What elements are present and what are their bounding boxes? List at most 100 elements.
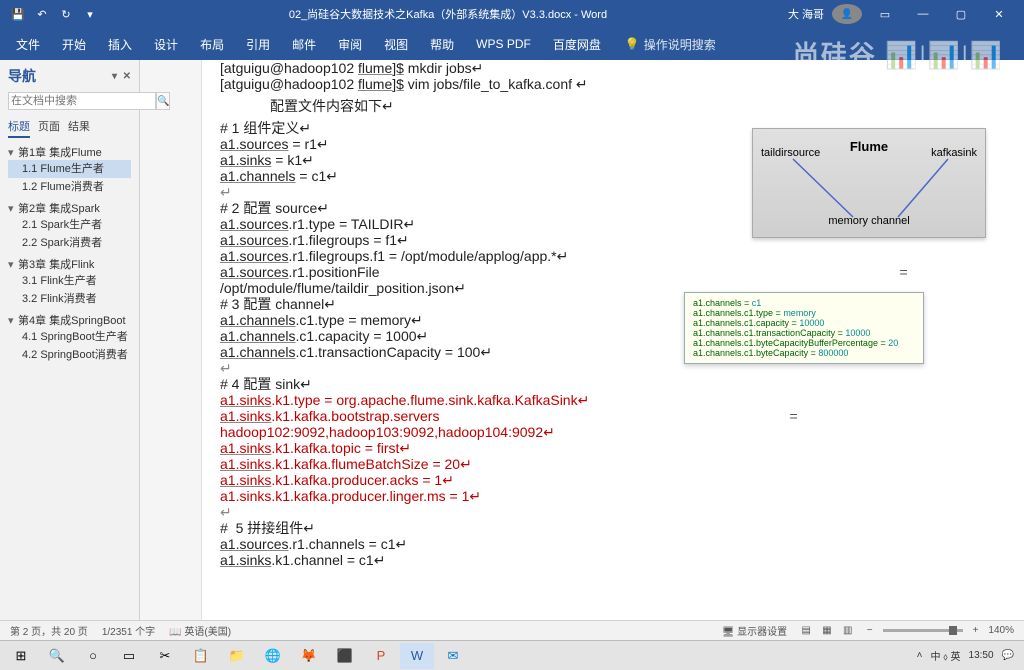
status-lang[interactable]: 📖 英语(美国)	[169, 623, 231, 638]
tip-v: 10000	[799, 318, 824, 328]
nav-search-button[interactable]: 🔍	[156, 92, 170, 110]
text: .k1.type = org.apache.flume.sink.kafka.K…	[271, 392, 589, 408]
search-icon[interactable]: 🔍	[40, 643, 74, 669]
nav-item-1-2[interactable]: 1.2 Flume消费者	[8, 178, 131, 196]
explorer-icon[interactable]: 📁	[220, 643, 254, 669]
taskview-icon[interactable]: ▭	[112, 643, 146, 669]
tray-time[interactable]: 13:50	[969, 650, 994, 661]
tab-help[interactable]: 帮助	[420, 32, 464, 57]
status-display[interactable]: 🖥 显示器设置	[722, 623, 787, 638]
tab-insert[interactable]: 插入	[98, 32, 142, 57]
text: a1.sinks.k1.kafka.producer.linger.ms = 1…	[220, 488, 1014, 504]
mail-icon[interactable]: ✉	[436, 643, 470, 669]
status-page[interactable]: 第 2 页，共 20 页	[10, 623, 88, 638]
nav-tab-pages[interactable]: 页面	[38, 118, 60, 138]
nav-item-3-1[interactable]: 3.1 Flink生产者	[8, 272, 131, 290]
caret-icon[interactable]: ▾	[8, 146, 18, 159]
clipboard-icon[interactable]: 📋	[184, 643, 218, 669]
nav-item-4-1[interactable]: 4.1 SpringBoot生产者	[8, 328, 131, 346]
text: .sinks	[236, 408, 272, 424]
caret-icon[interactable]: ▾	[8, 258, 18, 271]
chrome-icon[interactable]: 🌐	[256, 643, 290, 669]
text: vim jobs/file_to_kafka.conf ↵	[404, 76, 588, 92]
status-words[interactable]: 1/2351 个字	[102, 623, 155, 638]
view-web-icon[interactable]: ▥	[839, 624, 857, 637]
start-button[interactable]: ⊞	[4, 643, 38, 669]
tip-l: a1.channels.c1.type =	[693, 308, 783, 318]
tab-view[interactable]: 视图	[374, 32, 418, 57]
redo-icon[interactable]: ↻	[56, 8, 76, 21]
tab-references[interactable]: 引用	[236, 32, 280, 57]
nav-item-2-2[interactable]: 2.2 Spark消费者	[8, 234, 131, 252]
ribbon-options-icon[interactable]: ▭	[870, 8, 900, 21]
user-avatar-icon[interactable]: 👤	[832, 4, 862, 24]
close-icon[interactable]: ✕	[984, 8, 1014, 21]
nav-dropdown-icon[interactable]: ▾ ✕	[112, 71, 131, 82]
text: .r1.filegroups = f1↵	[289, 232, 409, 248]
nav-tree: ▾第1章 集成Flume 1.1 Flume生产者 1.2 Flume消费者 ▾…	[8, 144, 131, 364]
vertical-ruler	[140, 60, 202, 620]
tab-design[interactable]: 设计	[144, 32, 188, 57]
tab-home[interactable]: 开始	[52, 32, 96, 57]
save-icon[interactable]: 💾	[8, 8, 28, 21]
cortana-icon[interactable]: ○	[76, 643, 110, 669]
user-label: 大 海哥	[788, 6, 824, 22]
nav-tab-results[interactable]: 结果	[68, 118, 90, 138]
text: a1	[220, 216, 236, 232]
undo-icon[interactable]: ↶	[32, 8, 52, 21]
word-icon[interactable]: W	[400, 643, 434, 669]
nav-item-2-1[interactable]: 2.1 Spark生产者	[8, 216, 131, 234]
tab-mailings[interactable]: 邮件	[282, 32, 326, 57]
caret-icon[interactable]: ▾	[8, 314, 18, 327]
chapter-2[interactable]: 第2章 集成Spark	[18, 203, 100, 215]
zoom-slider[interactable]	[883, 629, 963, 632]
text: .r1.channels = c1↵	[289, 536, 408, 552]
nav-tabs: 标题 页面 结果	[8, 118, 131, 138]
zoom-in-icon[interactable]: +	[973, 625, 979, 636]
nav-search-input[interactable]	[8, 92, 156, 110]
tip-l: a1.channels.c1.transactionCapacity =	[693, 328, 845, 338]
view-read-icon[interactable]: ▤	[797, 624, 815, 637]
text: =	[900, 264, 908, 280]
caret-icon[interactable]: ▾	[8, 202, 18, 215]
tab-layout[interactable]: 布局	[190, 32, 234, 57]
powerpoint-icon[interactable]: P	[364, 643, 398, 669]
zoom-out-icon[interactable]: −	[867, 625, 873, 636]
text: a1	[220, 312, 236, 328]
qat-dropdown-icon[interactable]: ▾	[80, 8, 100, 21]
text: .sources	[236, 536, 289, 552]
maximize-icon[interactable]: ▢	[946, 8, 976, 21]
minimize-icon[interactable]: —	[908, 8, 938, 20]
tray-notifications-icon[interactable]: 💬	[1002, 650, 1014, 661]
vscode-icon[interactable]: ⬛	[328, 643, 362, 669]
view-print-icon[interactable]: ▦	[818, 624, 836, 637]
text: a1	[220, 440, 236, 456]
nav-tab-headings[interactable]: 标题	[8, 118, 30, 138]
comment: # 4 配置 sink↵	[220, 376, 1014, 392]
tip-l: a1.channels =	[693, 298, 752, 308]
scissors-icon[interactable]: ✂	[148, 643, 182, 669]
tip-v: 10000	[845, 328, 870, 338]
chapter-1[interactable]: 第1章 集成Flume	[18, 147, 102, 159]
nav-item-3-2[interactable]: 3.2 Flink消费者	[8, 290, 131, 308]
nav-item-4-2[interactable]: 4.2 SpringBoot消费者	[8, 346, 131, 364]
text: = r1↵	[289, 136, 329, 152]
tab-wpspdf[interactable]: WPS PDF	[466, 33, 541, 55]
text: flume]$	[358, 60, 404, 76]
text: .k1.kafka.topic = first↵	[271, 440, 411, 456]
firefox-icon[interactable]: 🦊	[292, 643, 326, 669]
chapter-4[interactable]: 第4章 集成SpringBoot	[18, 315, 126, 327]
zoom-level[interactable]: 140%	[988, 625, 1014, 636]
tray-ime[interactable]: 中 ⬨ 英	[930, 648, 960, 663]
text: a1	[220, 232, 236, 248]
nav-item-1-1[interactable]: 1.1 Flume生产者	[8, 160, 131, 178]
tab-baidudisk[interactable]: 百度网盘	[543, 32, 611, 57]
heading-config: 配置文件内容如下↵	[270, 96, 1014, 116]
flume-diagram: Flume taildirsource kafkasink memory cha…	[752, 128, 986, 238]
tab-file[interactable]: 文件	[6, 32, 50, 57]
tell-me[interactable]: 💡操作说明搜索	[625, 36, 716, 53]
chapter-3[interactable]: 第3章 集成Flink	[18, 259, 94, 271]
tray-up-icon[interactable]: ˄	[917, 650, 923, 661]
text: .channels	[236, 168, 296, 184]
tab-review[interactable]: 审阅	[328, 32, 372, 57]
